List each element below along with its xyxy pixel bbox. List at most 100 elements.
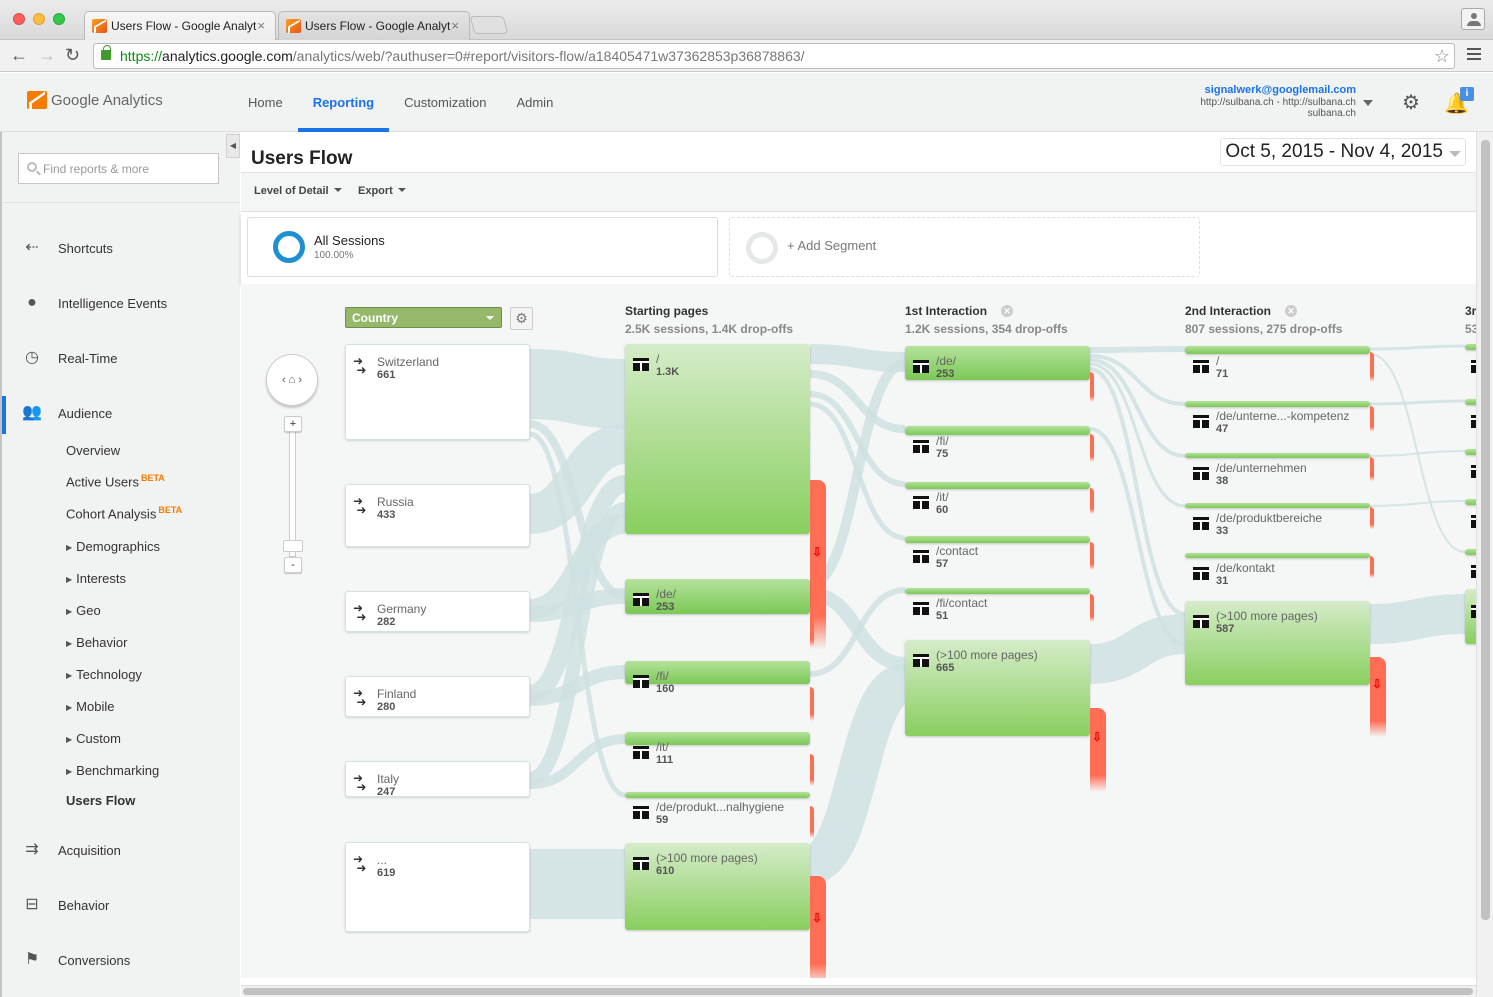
- page-node[interactable]: [1465, 549, 1476, 555]
- back-arrow-icon[interactable]: ←: [10, 45, 28, 65]
- sidebar-subitem-interests[interactable]: ▶ Interests: [66, 571, 126, 586]
- profile-icon[interactable]: [1461, 8, 1485, 30]
- bookmark-star-icon[interactable]: ☆: [1434, 44, 1450, 68]
- sidebar-item-acquisition[interactable]: ⇉ Acquisition: [20, 840, 121, 860]
- sidebar-item-real-time[interactable]: ◷ Real-Time: [20, 348, 117, 368]
- drop-off-bar[interactable]: ⇩: [1090, 708, 1106, 792]
- country-node[interactable]: ➜ ➜ Germany 282: [345, 591, 530, 632]
- chevron-down-icon[interactable]: [1363, 100, 1373, 106]
- drop-off-bar[interactable]: [1090, 542, 1094, 570]
- browser-tab-2[interactable]: Users Flow - Google Analyt ×: [278, 11, 470, 40]
- account-selector[interactable]: signalwerk@googlemail.com http://sulbana…: [1200, 84, 1356, 120]
- pan-navigation-control[interactable]: ‹ ⌂ ›: [266, 354, 318, 406]
- drop-off-bar[interactable]: [810, 609, 814, 647]
- users-flow-canvas[interactable]: Country ⚙ ‹ ⌂ › + - Starting pages 2.5K …: [241, 284, 1476, 978]
- sidebar-item-behavior[interactable]: ⊟ Behavior: [20, 895, 109, 915]
- zoom-in-button[interactable]: +: [284, 416, 302, 432]
- add-segment-button[interactable]: + Add Segment: [729, 217, 1200, 277]
- sidebar-subitem-technology[interactable]: ▶ Technology: [66, 667, 142, 682]
- close-tab-icon[interactable]: ×: [257, 18, 265, 33]
- page-node[interactable]: [1185, 401, 1370, 407]
- browser-tab-1[interactable]: Users Flow - Google Analyt ×: [84, 11, 276, 40]
- drop-off-bar[interactable]: ⇩: [810, 876, 826, 978]
- search-input[interactable]: Find reports & more: [18, 153, 219, 184]
- sidebar-item-intelligence-events[interactable]: ● Intelligence Events: [20, 293, 167, 313]
- drop-off-bar[interactable]: [1370, 457, 1374, 481]
- country-node[interactable]: ➜ ➜ ... 619: [345, 842, 530, 932]
- sidebar-subitem-cohort-analysis[interactable]: Cohort Analysis BETA: [66, 505, 182, 521]
- sidebar-subitem-demographics[interactable]: ▶ Demographics: [66, 539, 160, 554]
- forward-arrow-icon[interactable]: →: [38, 45, 56, 65]
- browser-menu-icon[interactable]: [1467, 48, 1481, 60]
- remove-step-icon[interactable]: ✕: [1285, 305, 1298, 317]
- gear-icon[interactable]: ⚙: [1402, 93, 1420, 113]
- drop-off-bar[interactable]: [810, 754, 814, 786]
- sidebar-subitem-overview[interactable]: Overview: [66, 443, 120, 458]
- collapse-sidebar-button[interactable]: ◀: [226, 134, 240, 158]
- drop-off-bar[interactable]: [1090, 594, 1094, 622]
- level-of-detail-button[interactable]: Level of Detail: [254, 185, 342, 197]
- page-node[interactable]: [905, 346, 1090, 380]
- page-node[interactable]: [625, 792, 810, 798]
- zoom-slider-track[interactable]: [289, 427, 296, 557]
- drop-off-bar[interactable]: [1090, 488, 1094, 514]
- page-node[interactable]: [625, 661, 810, 684]
- page-node[interactable]: [625, 344, 810, 534]
- page-node[interactable]: [1465, 499, 1476, 505]
- scrollbar-thumb[interactable]: [1481, 140, 1490, 920]
- dimension-selector[interactable]: Country: [345, 307, 502, 328]
- sidebar-subitem-custom[interactable]: ▶ Custom: [66, 731, 121, 746]
- vertical-scrollbar[interactable]: [1476, 132, 1493, 997]
- sidebar-subitem-users-flow[interactable]: Users Flow: [66, 793, 135, 808]
- drop-off-bar[interactable]: [1090, 372, 1094, 402]
- sidebar-subitem-behavior[interactable]: ▶ Behavior: [66, 635, 127, 650]
- close-tab-icon[interactable]: ×: [451, 18, 459, 33]
- drop-off-bar[interactable]: [1090, 434, 1094, 462]
- new-tab-button[interactable]: [469, 16, 509, 34]
- nav-reporting[interactable]: Reporting: [297, 73, 390, 132]
- page-node[interactable]: [1465, 399, 1476, 405]
- minimize-window-button[interactable]: [33, 13, 45, 25]
- sidebar-subitem-benchmarking[interactable]: ▶ Benchmarking: [66, 763, 159, 778]
- country-node[interactable]: ➜ ➜ Finland 280: [345, 676, 530, 717]
- sidebar-item-shortcuts[interactable]: ⇠ Shortcuts: [20, 238, 113, 258]
- page-node[interactable]: [1185, 503, 1370, 508]
- page-node[interactable]: [1185, 453, 1370, 458]
- notification-badge[interactable]: i: [1460, 87, 1474, 101]
- page-node[interactable]: [905, 426, 1090, 435]
- remove-step-icon[interactable]: ✕: [1001, 305, 1014, 317]
- zoom-slider-handle[interactable]: [283, 540, 303, 552]
- segment-all-sessions[interactable]: All Sessions 100.00%: [247, 217, 718, 277]
- page-node[interactable]: [625, 732, 810, 745]
- horizontal-scrollbar[interactable]: [241, 985, 1476, 997]
- close-window-button[interactable]: [13, 13, 25, 25]
- maximize-window-button[interactable]: [53, 13, 65, 25]
- drop-off-bar[interactable]: [1370, 507, 1374, 529]
- page-node[interactable]: [1185, 346, 1370, 354]
- country-node[interactable]: ➜ ➜ Russia 433: [345, 484, 530, 547]
- page-node[interactable]: [1465, 449, 1476, 455]
- page-node[interactable]: [1465, 344, 1476, 350]
- page-node[interactable]: [905, 536, 1090, 543]
- drop-off-bar[interactable]: [810, 806, 814, 838]
- drop-off-bar[interactable]: [1370, 352, 1374, 382]
- drop-off-bar[interactable]: [1370, 406, 1374, 432]
- nav-admin[interactable]: Admin: [501, 73, 568, 132]
- reload-icon[interactable]: ↻: [65, 45, 80, 65]
- page-node[interactable]: [905, 482, 1090, 489]
- google-analytics-logo[interactable]: Google Analytics: [27, 91, 163, 109]
- sidebar-item-conversions[interactable]: ⚑ Conversions: [20, 950, 130, 970]
- nav-home[interactable]: Home: [248, 73, 298, 132]
- country-node[interactable]: ➜ ➜ Switzerland 661: [345, 344, 530, 440]
- sidebar-subitem-mobile[interactable]: ▶ Mobile: [66, 699, 114, 714]
- flow-settings-gear-icon[interactable]: ⚙: [510, 307, 533, 330]
- country-node[interactable]: ➜ ➜ Italy 247: [345, 761, 530, 798]
- page-node[interactable]: [905, 588, 1090, 594]
- address-bar[interactable]: https://analytics.google.com/analytics/w…: [93, 43, 1455, 69]
- sidebar-subitem-geo[interactable]: ▶ Geo: [66, 603, 101, 618]
- zoom-out-button[interactable]: -: [284, 557, 302, 573]
- nav-customization[interactable]: Customization: [389, 73, 501, 132]
- page-node[interactable]: [1185, 553, 1370, 558]
- drop-off-bar[interactable]: [1370, 556, 1374, 578]
- drop-off-bar[interactable]: ⇩: [1370, 657, 1386, 737]
